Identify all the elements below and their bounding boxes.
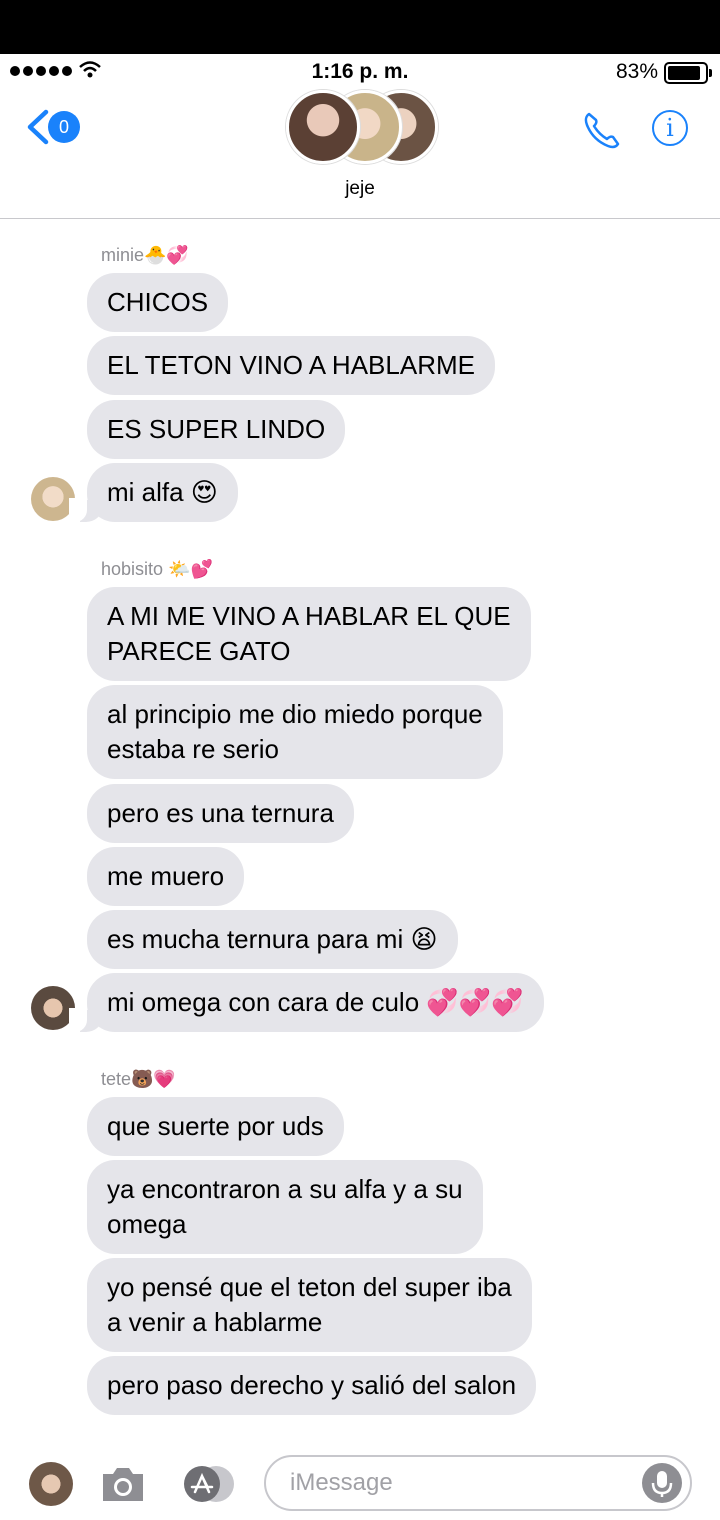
chevron-left-icon — [27, 109, 49, 145]
message-bubble[interactable]: pero paso derecho y salió del salon — [87, 1356, 537, 1415]
group-name[interactable]: jeje — [0, 178, 720, 200]
microphone-button[interactable] — [642, 1463, 682, 1503]
battery-icon — [664, 62, 712, 84]
microphone-icon — [651, 1471, 673, 1497]
unread-count-badge: 0 — [48, 111, 80, 143]
status-bar: 1:16 p. m. 83% — [0, 54, 720, 90]
user-avatar[interactable] — [29, 1462, 73, 1506]
back-button[interactable]: 0 — [24, 108, 80, 146]
message-bubble[interactable]: ES SUPER LINDO — [87, 400, 346, 459]
message-composer: iMessage — [0, 1440, 720, 1520]
top-black-bar — [0, 0, 720, 54]
sender-name: hobisito 🌤️💕 — [101, 559, 213, 579]
conversation-header: 0 jeje i — [0, 90, 720, 219]
message-bubble[interactable]: mi alfa 😍 — [69, 463, 238, 522]
message-bubble[interactable]: que suerte por uds — [87, 1097, 344, 1156]
message-bubble[interactable]: me muero — [87, 847, 245, 906]
message-bubble[interactable]: yo pensé que el teton del super iba a ve… — [87, 1258, 532, 1352]
info-icon[interactable]: i — [652, 110, 688, 146]
message-bubble[interactable]: al principio me dio miedo porque estaba … — [87, 685, 503, 779]
message-bubble[interactable]: mi omega con cara de culo 💞💞💞 — [69, 973, 544, 1032]
message-bubble[interactable]: EL TETON VINO A HABLARME — [87, 336, 495, 395]
message-bubble[interactable]: ya encontraron a su alfa y a su omega — [87, 1160, 483, 1254]
message-input[interactable]: iMessage — [264, 1455, 692, 1511]
message-list[interactable]: minie🐣💞 CHICOS EL TETON VINO A HABLARME … — [0, 219, 720, 1439]
phone-icon[interactable] — [580, 108, 624, 152]
sender-name: tete🐻💗 — [101, 1069, 176, 1089]
message-bubble[interactable]: pero es una ternura — [87, 784, 354, 843]
message-input-placeholder: iMessage — [290, 1469, 393, 1496]
message-bubble[interactable]: A MI ME VINO A HABLAR EL QUE PARECE GATO — [87, 587, 531, 681]
status-time: 1:16 p. m. — [311, 60, 409, 83]
message-bubble[interactable]: es mucha ternura para mi 😫 — [87, 910, 458, 969]
sender-name: minie🐣💞 — [101, 245, 189, 265]
message-bubble[interactable]: CHICOS — [87, 273, 229, 332]
battery-percentage: 83% — [615, 60, 658, 83]
group-avatars[interactable] — [286, 90, 438, 164]
camera-icon[interactable] — [100, 1464, 146, 1504]
app-store-icon[interactable] — [180, 1464, 236, 1504]
group-member-avatar — [286, 90, 360, 164]
